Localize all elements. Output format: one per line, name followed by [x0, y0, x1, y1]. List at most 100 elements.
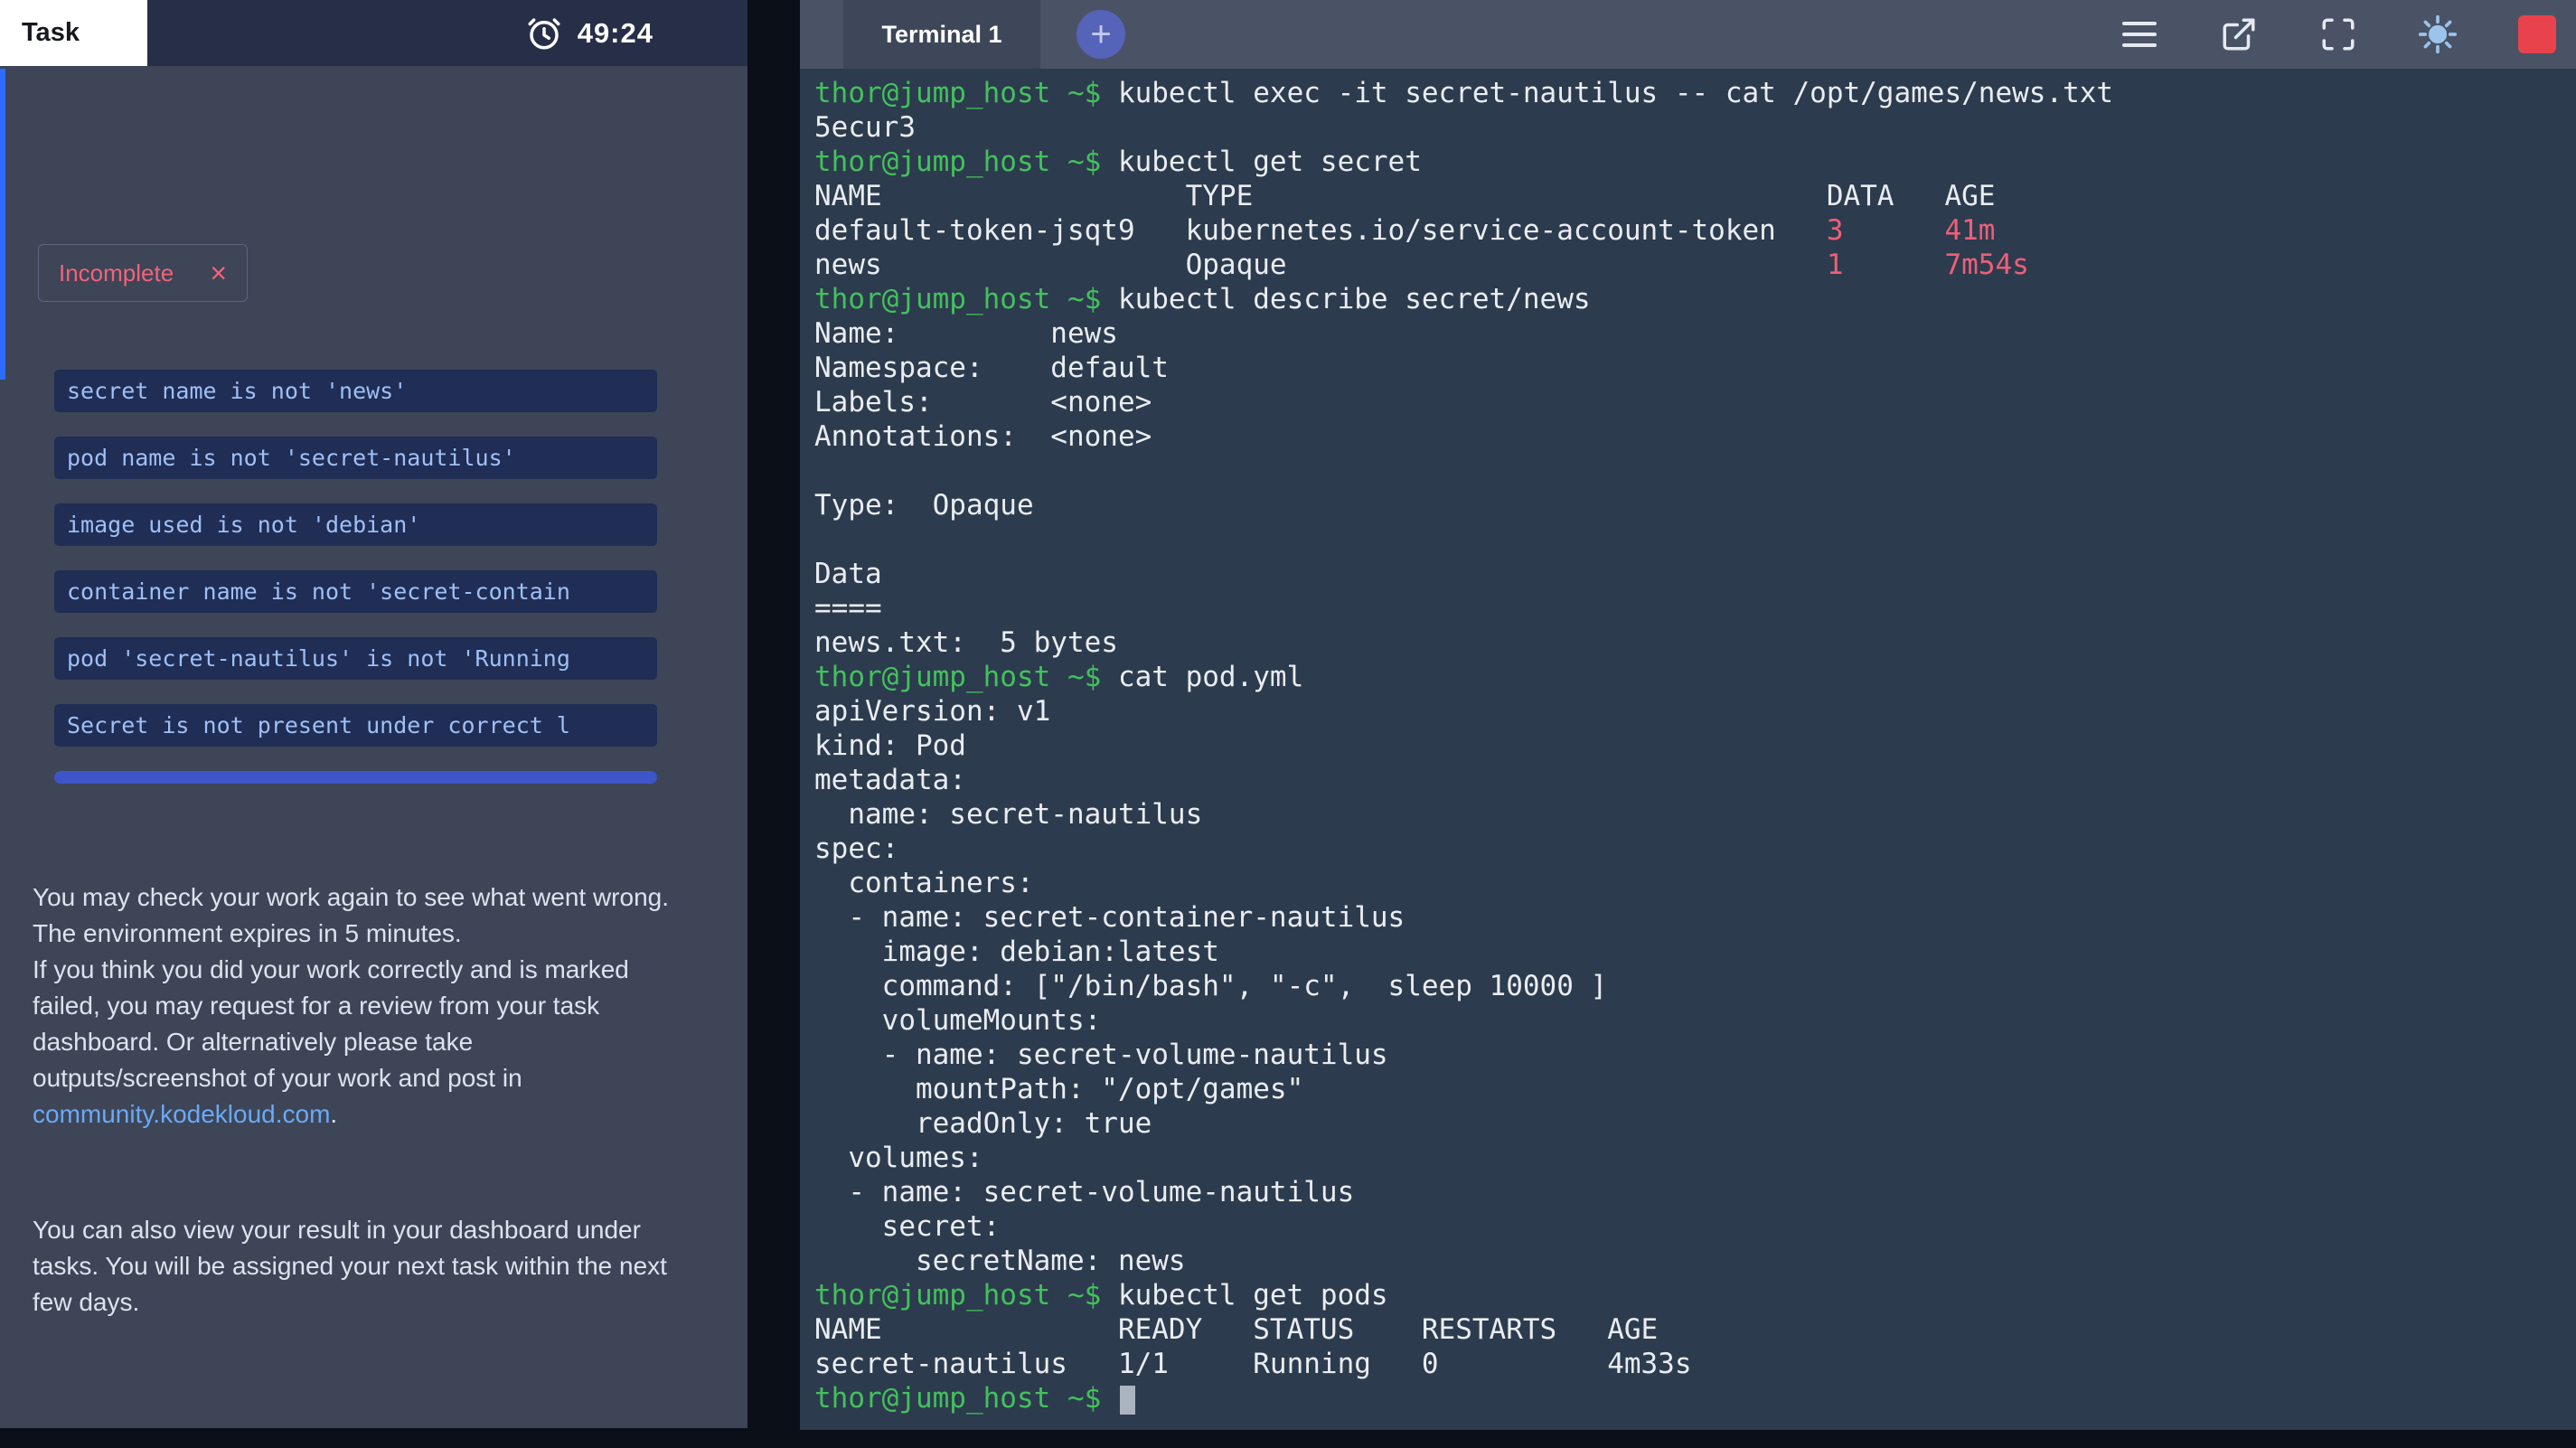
stop-button[interactable] [2517, 14, 2557, 54]
open-in-new-icon [2220, 15, 2258, 53]
task-panel: Task 49:24 Incomplete × secret name is n… [0, 0, 747, 1428]
terminal-text: - name: secret-volume-nautilus [814, 1039, 1388, 1071]
info-paragraph-1: You may check your work again to see wha… [33, 879, 670, 1133]
terminal-line: command: ["/bin/bash", "-c", sleep 10000… [814, 969, 2562, 1003]
terminal-line: thor@jump_host ~$ cat pod.yml [814, 660, 2562, 694]
info-paragraph-2: You can also view your result in your da… [33, 1212, 670, 1321]
terminal-line: image: debian:latest [814, 935, 2562, 969]
terminal-text: NAME TYPE DATA AGE [814, 180, 1995, 212]
terminal-line: kind: Pod [814, 729, 2562, 763]
terminal-text: name: secret-nautilus [814, 798, 1202, 831]
terminal-text [1101, 1382, 1118, 1415]
horizontal-scrollbar-thumb[interactable] [54, 771, 657, 784]
check-item: image used is not 'debian' [54, 503, 657, 546]
terminal-text: NAME READY STATUS RESTARTS AGE [814, 1313, 1658, 1346]
terminal-line: thor@jump_host ~$ kubectl get pods [814, 1278, 2562, 1312]
terminal-text: news.txt: 5 bytes [814, 626, 1118, 659]
terminal-text: containers: [814, 867, 1034, 899]
timer-countdown: 49:24 [578, 17, 653, 50]
red-square-icon [2518, 15, 2556, 53]
terminal-line: metadata: [814, 763, 2562, 797]
tab-terminal-1[interactable]: Terminal 1 [843, 0, 1040, 69]
terminal-line: ==== [814, 591, 2562, 625]
terminal-line: thor@jump_host ~$ kubectl describe secre… [814, 282, 2562, 316]
terminal-line: thor@jump_host ~$ kubectl get secret [814, 145, 2562, 179]
terminal-text: Type: Opaque [814, 489, 1034, 522]
hamburger-icon [2122, 22, 2157, 25]
fullscreen-icon [2319, 15, 2357, 53]
task-topbar: Task 49:24 [0, 0, 747, 66]
terminal-prompt: thor@jump_host ~$ [814, 283, 1101, 315]
terminal-line: Annotations: <none> [814, 419, 2562, 454]
terminal-line: Name: news [814, 316, 2562, 351]
terminal-text: mountPath: "/opt/games" [814, 1073, 1303, 1105]
check-item: secret name is not 'news' [54, 370, 657, 412]
terminal-line: secretName: news [814, 1244, 2562, 1278]
check-list: secret name is not 'news' pod name is not… [54, 370, 657, 747]
open-in-new-button[interactable] [2219, 14, 2259, 54]
terminal-line: - name: secret-volume-nautilus [814, 1038, 2562, 1072]
terminal-text: 3 41m [1827, 214, 1996, 247]
terminal-text: kind: Pod [814, 729, 966, 762]
terminal-text: - name: secret-volume-nautilus [814, 1176, 1354, 1208]
check-item: pod name is not 'secret-nautilus' [54, 437, 657, 479]
check-item: pod 'secret-nautilus' is not 'Running [54, 637, 657, 680]
terminal-text: kubectl get secret [1101, 146, 1422, 178]
terminal-cursor [1120, 1386, 1135, 1415]
terminal-line: default-token-jsqt9 kubernetes.io/servic… [814, 213, 2562, 248]
terminal-text: secretName: news [814, 1245, 1186, 1277]
terminal-text: apiVersion: v1 [814, 695, 1050, 728]
terminal-prompt: thor@jump_host ~$ [814, 661, 1101, 693]
terminal-text: secret-nautilus 1/1 Running 0 4m33s [814, 1348, 1692, 1380]
terminal-prompt: thor@jump_host ~$ [814, 1279, 1101, 1312]
terminal-line: - name: secret-container-nautilus [814, 900, 2562, 935]
terminal-text: 1 7m54s [1827, 249, 2029, 281]
terminal-line: containers: [814, 866, 2562, 900]
terminal-text: Namespace: default [814, 352, 1169, 384]
tab-task[interactable]: Task [0, 0, 147, 66]
timer-bar: 49:24 [147, 0, 747, 66]
alarm-clock-icon [525, 14, 563, 52]
terminal-line: news Opaque 1 7m54s [814, 248, 2562, 282]
terminal-line: - name: secret-volume-nautilus [814, 1175, 2562, 1209]
terminal-topbar: Terminal 1 + [800, 0, 2576, 69]
close-icon[interactable]: × [210, 259, 227, 287]
menu-button[interactable] [2120, 14, 2159, 54]
terminal-prompt: thor@jump_host ~$ [814, 146, 1101, 178]
terminal-text: volumeMounts: [814, 1004, 1101, 1037]
community-link[interactable]: community.kodekloud.com [33, 1100, 330, 1128]
terminal-text: - name: secret-container-nautilus [814, 901, 1405, 934]
terminal-line: volumeMounts: [814, 1003, 2562, 1038]
terminal-text: Annotations: <none> [814, 420, 1152, 453]
status-badge: Incomplete × [38, 244, 248, 302]
terminal-text: metadata: [814, 764, 966, 796]
terminal-output[interactable]: thor@jump_host ~$ kubectl exec -it secre… [800, 69, 2576, 1423]
terminal-prompt: thor@jump_host ~$ [814, 77, 1101, 109]
terminal-line: volumes: [814, 1141, 2562, 1175]
terminal-line: Labels: <none> [814, 385, 2562, 419]
terminal-text: kubectl exec -it secret-nautilus -- cat … [1101, 77, 2113, 109]
status-badge-label: Incomplete [59, 259, 174, 287]
fullscreen-button[interactable] [2318, 14, 2358, 54]
info-paragraph-1-text: You may check your work again to see wha… [33, 883, 669, 1092]
check-item: container name is not 'secret-contain [54, 570, 657, 613]
terminal-line: thor@jump_host ~$ kubectl exec -it secre… [814, 76, 2562, 110]
terminal-text: Data [814, 558, 882, 590]
terminal-text: 5ecur3 [814, 111, 916, 144]
check-item: Secret is not present under correct l [54, 704, 657, 747]
terminal-text: default-token-jsqt9 kubernetes.io/servic… [814, 214, 1827, 247]
terminal-panel: Terminal 1 + [800, 0, 2576, 1430]
terminal-line: secret-nautilus 1/1 Running 0 4m33s [814, 1347, 2562, 1381]
terminal-line: 5ecur3 [814, 110, 2562, 145]
terminal-line [814, 454, 2562, 488]
brightness-button[interactable] [2418, 14, 2458, 54]
terminal-line: readOnly: true [814, 1106, 2562, 1141]
terminal-line: apiVersion: v1 [814, 694, 2562, 729]
scroll-indicator[interactable] [0, 69, 5, 380]
terminal-line: thor@jump_host ~$ [814, 1381, 2562, 1415]
terminal-text: secret: [814, 1210, 1000, 1243]
new-terminal-button[interactable]: + [1076, 10, 1125, 59]
sun-icon [2418, 14, 2458, 55]
terminal-line: NAME READY STATUS RESTARTS AGE [814, 1312, 2562, 1347]
terminal-text: readOnly: true [814, 1107, 1152, 1140]
